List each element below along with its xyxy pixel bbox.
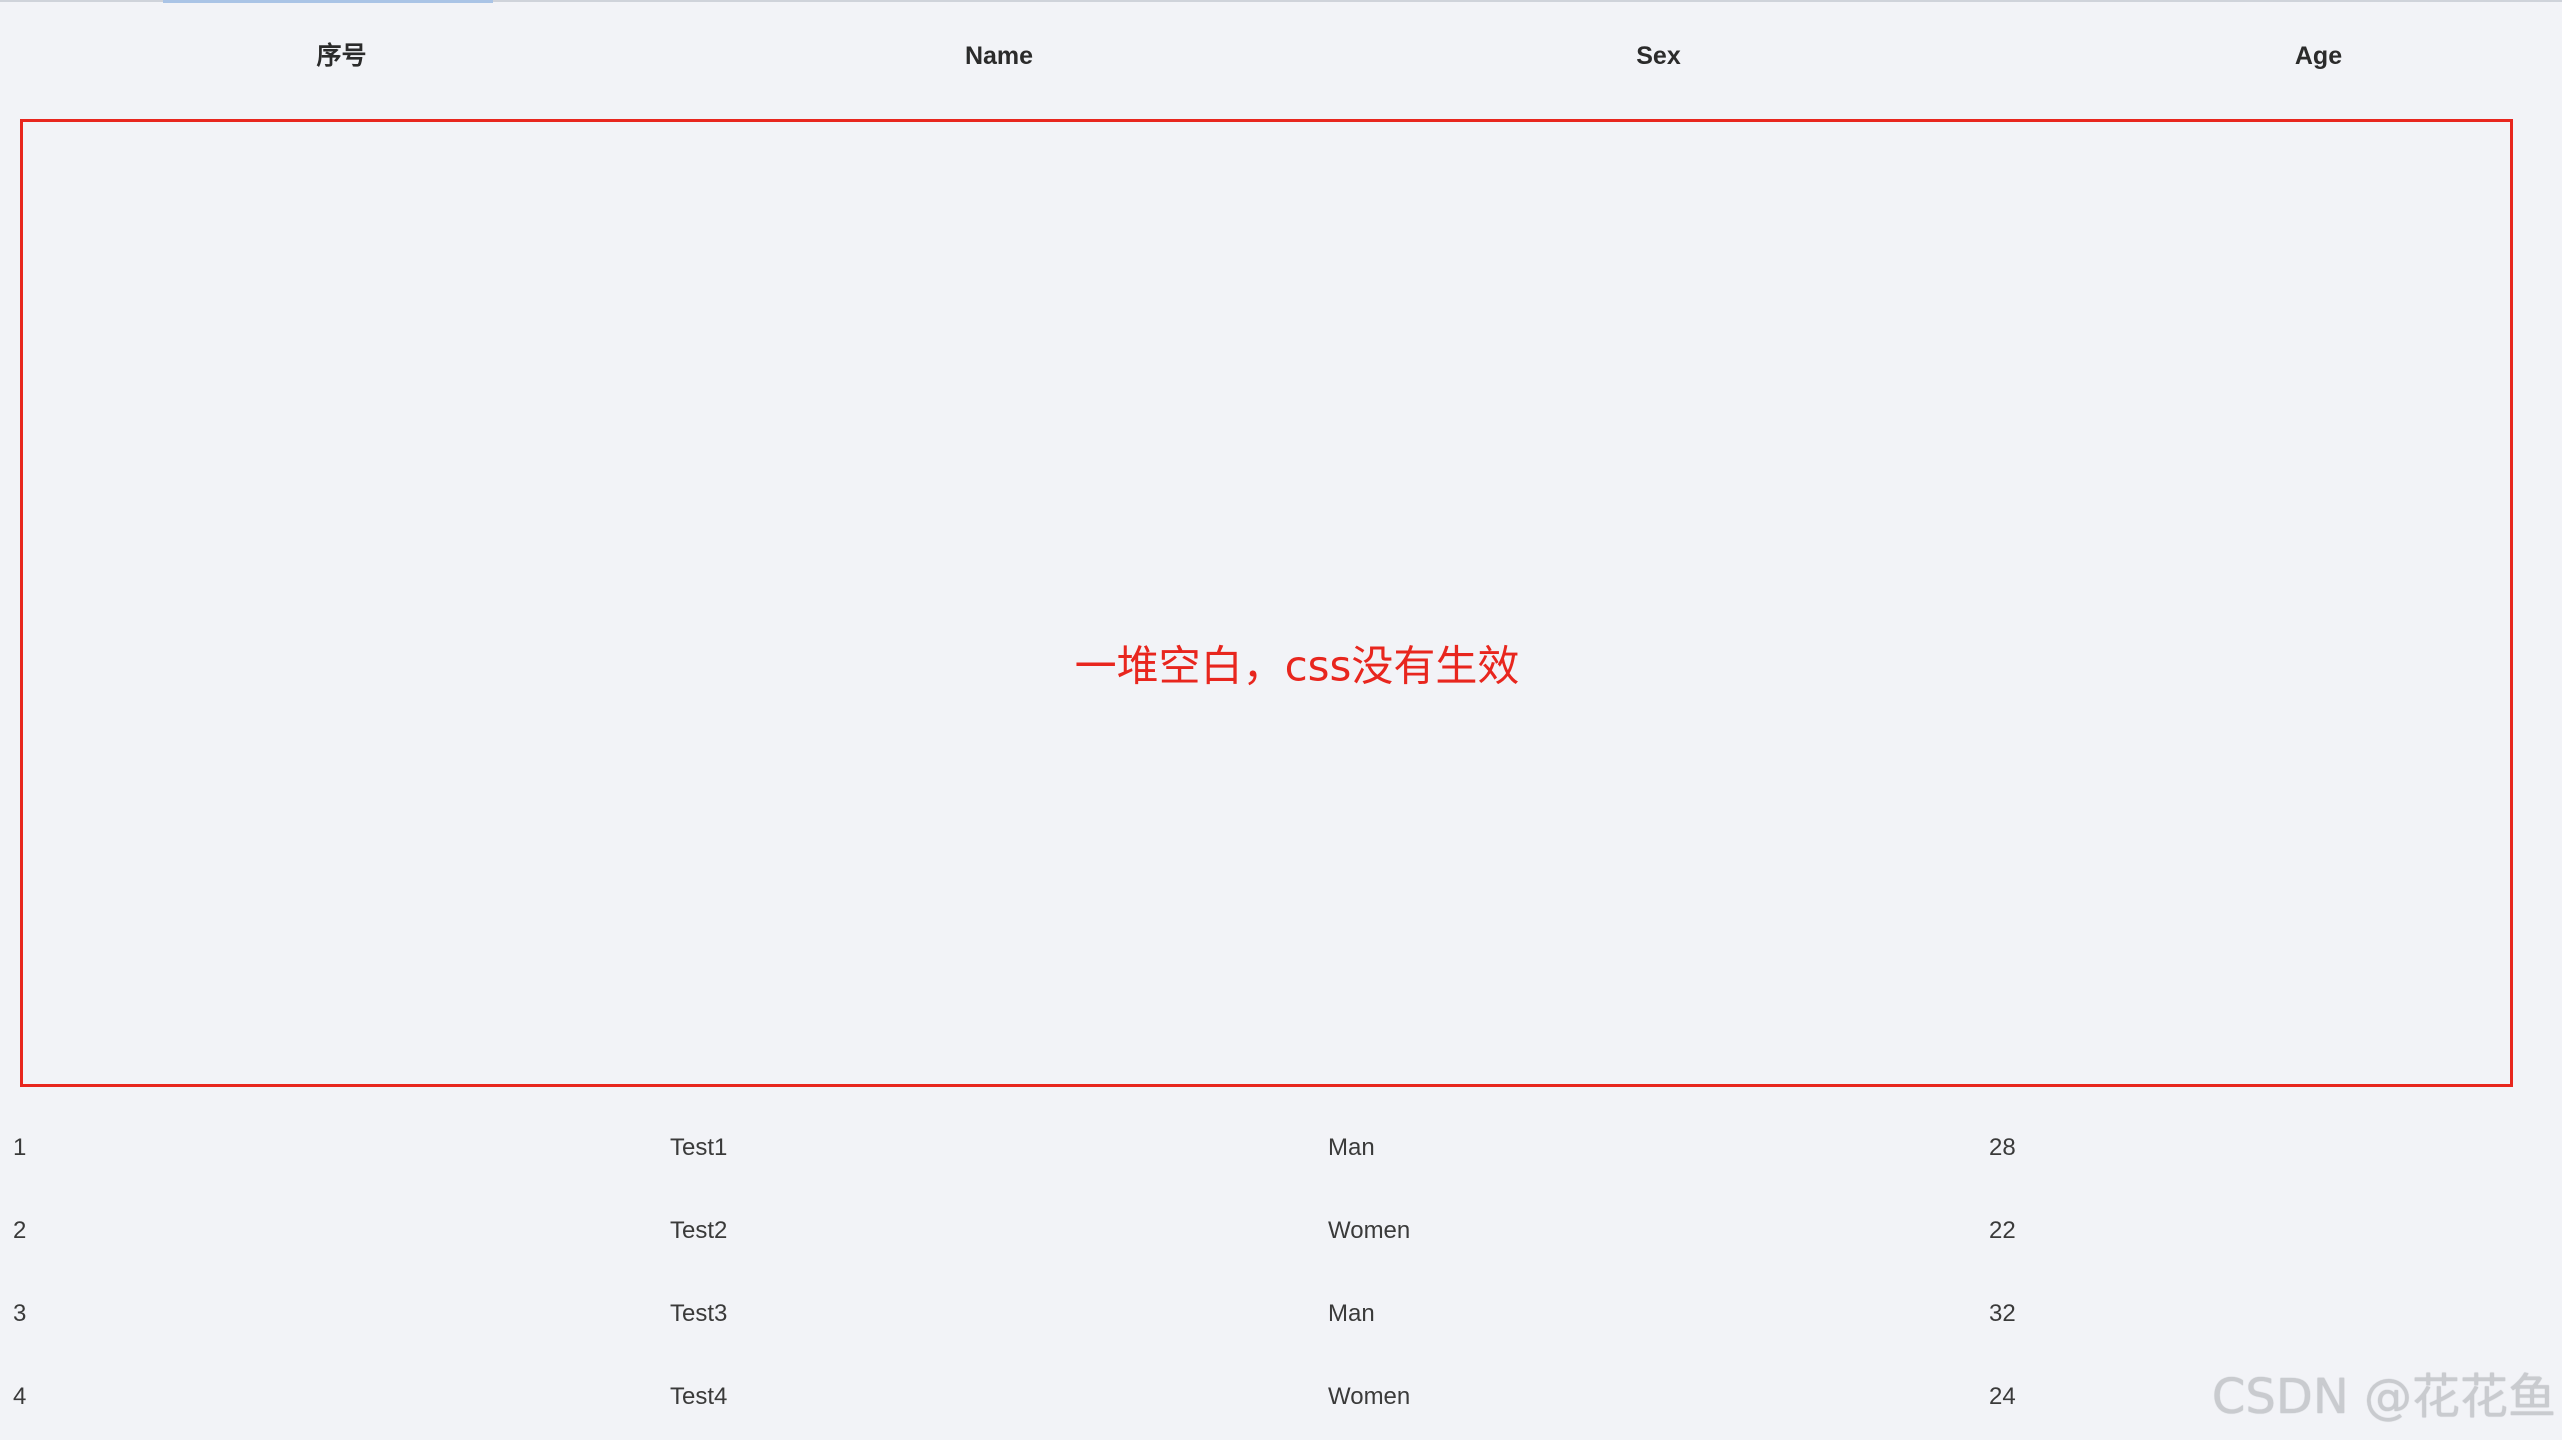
cell-sex: Man [1328,1300,1375,1327]
cell-sex: Women [1328,1217,1411,1244]
cell-age: 22 [1989,1217,2016,1244]
column-header-index: 序号 [316,42,367,70]
table-row: 3 Test3 Man 32 [0,1272,2562,1355]
cell-age: 32 [1989,1300,2016,1327]
table-row: 2 Test2 Women 22 [0,1189,2562,1272]
cell-name: Test2 [670,1217,728,1244]
cell-name: Test3 [670,1300,728,1327]
table-body: 1 Test1 Man 28 2 Test2 Women 22 3 Test3 … [0,1106,2562,1438]
column-header-age: Age [2294,42,2343,70]
cell-index: 1 [13,1134,27,1161]
blank-area-annotation-box: 一堆空白，css没有生效 [20,119,2513,1087]
annotation-text: 一堆空白，css没有生效 [1074,641,1520,691]
cell-sex: Man [1328,1134,1375,1161]
column-header-name: Name [964,42,1034,70]
table-header: 序号 Name Sex Age [0,0,2562,112]
cell-index: 4 [13,1383,27,1410]
cell-name: Test1 [670,1134,728,1161]
cell-age: 28 [1989,1134,2016,1161]
column-header-sex: Sex [1636,42,1681,70]
table-row: 4 Test4 Women 24 [0,1355,2562,1438]
cell-index: 3 [13,1300,27,1327]
watermark: CSDN @花花鱼 [2211,1369,2556,1425]
cell-sex: Women [1328,1383,1411,1410]
cell-name: Test4 [670,1383,728,1410]
table-row: 1 Test1 Man 28 [0,1106,2562,1189]
cell-index: 2 [13,1217,27,1244]
